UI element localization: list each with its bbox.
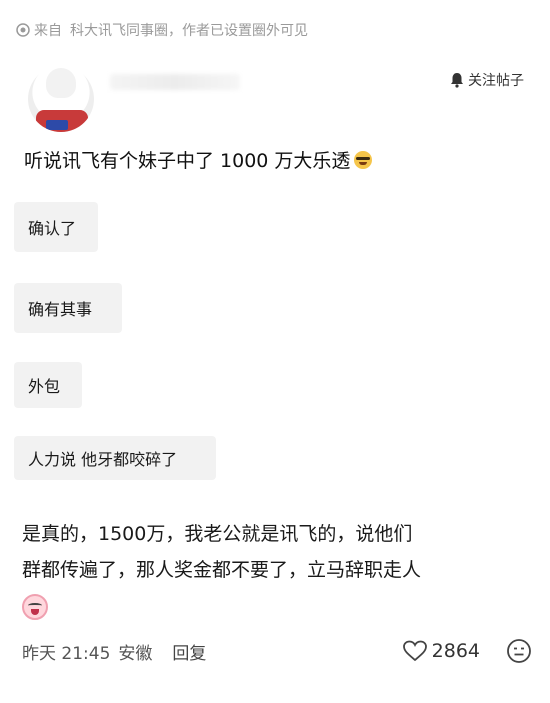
comment-text: 确有其事 [28,300,93,319]
comment-text: 外包 [28,377,61,396]
comment-bubble[interactable]: 确有其事 [14,283,122,333]
source-bar: 来自 科大讯飞同事圈， 作者已设置圈外可见 [16,20,308,40]
avatar[interactable] [28,66,94,132]
post-title-text: 听说讯飞有个妹子中了 1000 万大乐透 [24,150,351,172]
follow-label: 关注帖子 [468,73,524,89]
crying-face-icon [22,594,48,620]
comment-bubble[interactable]: 外包 [14,362,82,408]
comment-bubble[interactable]: 人力说 他牙都咬碎了 [14,436,216,480]
comment-bubble[interactable]: 确认了 [14,202,98,252]
target-icon [16,23,30,37]
bell-icon [450,72,464,88]
username-blurred [110,74,240,90]
comment-text: 确认了 [28,219,77,238]
heart-icon [402,640,428,662]
source-prefix: 来自 [34,23,62,39]
circle-name[interactable]: 科大讯飞同事圈， [70,20,182,40]
comment-text: 人力说 他牙都咬碎了 [28,450,178,469]
visibility-note: 作者已设置圈外可见 [182,23,308,39]
follow-post-button[interactable]: 关注帖子 [450,70,524,90]
timestamp: 昨天 21:45 [22,643,111,664]
reply-text: 是真的，1500万，我老公就是讯飞的，说他们 群都传遍了，那人奖金都不要了，立马… [22,516,532,588]
post-title: 听说讯飞有个妹子中了 1000 万大乐透 [24,146,373,173]
reply-footer: 昨天 21:45 安徽 回复 2864 [22,636,532,666]
like-button[interactable]: 2864 [402,640,480,662]
reply-line-1: 是真的，1500万，我老公就是讯飞的，说他们 [22,523,413,545]
nerd-face-icon [354,150,373,169]
reply-line-2: 群都传遍了，那人奖金都不要了，立马辞职走人 [22,559,422,581]
location: 安徽 [118,643,153,664]
post-header: 关注帖子 [0,60,550,140]
reply-button[interactable]: 回复 [172,639,206,664]
like-count: 2864 [431,640,480,662]
emoji-reaction-icon[interactable] [506,638,532,664]
